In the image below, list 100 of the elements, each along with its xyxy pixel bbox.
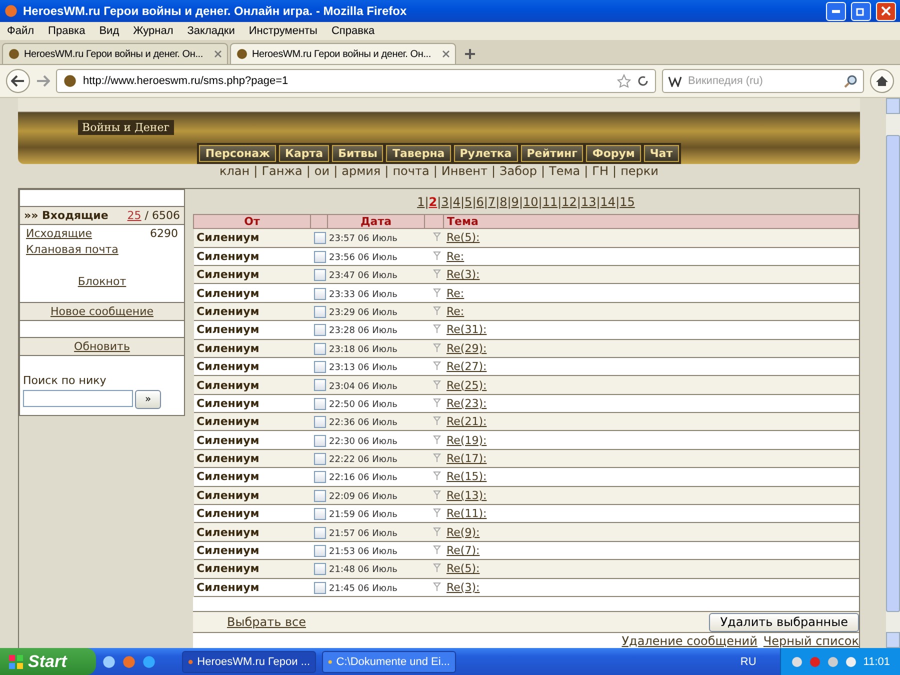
checkbox[interactable] [314,416,326,428]
game-nav-button[interactable]: Форум [586,145,641,162]
page-link[interactable]: 10 [522,194,538,209]
subject-link[interactable]: Re(11): [446,507,487,520]
sub-link[interactable]: клан [220,164,250,178]
sub-link[interactable]: перки [620,164,658,178]
browser-tab[interactable]: HeroesWM.ru Герои войны и денег. Он... [230,43,456,64]
subject-link[interactable]: Re(5): [446,231,480,244]
game-nav-button[interactable]: Персонаж [199,145,276,162]
menu-item[interactable]: Файл [7,25,34,37]
menu-item[interactable]: Вид [99,25,120,37]
quick-launch-icon[interactable] [102,654,116,668]
subject-link[interactable]: Re(9): [446,526,480,539]
game-nav-button[interactable]: Рулетка [454,145,518,162]
game-nav-button[interactable]: Битвы [332,145,384,162]
footer-link[interactable]: Черный список [763,634,859,648]
forward-icon[interactable] [36,75,50,87]
select-all-link[interactable]: Выбрать все [227,615,306,629]
reload-icon[interactable] [637,75,649,87]
subject-link[interactable]: Re(15): [446,470,487,484]
game-nav-button[interactable]: Таверна [386,145,451,162]
sub-link[interactable]: ГН [592,164,609,178]
checkbox[interactable] [314,526,326,539]
page-link[interactable]: 13 [580,194,596,209]
subject-link[interactable]: Re(3): [446,580,480,594]
menu-item[interactable]: Справка [331,25,375,37]
taskbar-task[interactable]: HeroesWM.ru Герои ... [182,650,316,672]
checkbox[interactable] [314,232,326,244]
checkbox[interactable] [314,545,326,557]
subject-link[interactable]: Re(27): [446,360,487,374]
checkbox[interactable] [314,250,326,263]
sub-link[interactable]: армия [342,164,381,178]
subject-link[interactable]: Re(31): [446,323,487,336]
subject-link[interactable]: Re(21): [446,415,487,428]
start-button[interactable]: Start [0,648,96,675]
close-icon[interactable] [442,50,450,58]
page-link[interactable]: 1 [417,194,425,209]
menu-item[interactable]: Журнал [133,25,174,37]
subject-link[interactable]: Re: [446,250,464,263]
checkbox[interactable] [314,324,326,336]
subject-link[interactable]: Re(19): [446,434,487,447]
menu-item[interactable]: Закладки [187,25,235,37]
menu-item[interactable]: Правка [48,25,86,37]
checkbox[interactable] [314,288,326,300]
checkbox[interactable] [314,582,326,594]
menu-item[interactable]: Инструменты [248,25,318,37]
unread-count[interactable]: 25 [127,209,142,222]
tray-icon[interactable] [791,656,804,668]
game-nav-button[interactable]: Рейтинг [520,145,584,162]
subject-link[interactable]: Re(17): [446,452,487,466]
page-link[interactable]: 15 [620,194,635,209]
page-link[interactable]: 3 [441,194,449,209]
scrollbar[interactable] [886,98,900,648]
new-tab-icon[interactable] [464,48,476,60]
page-link[interactable]: 12 [562,194,577,209]
address-field[interactable]: http://www.heroeswm.ru/sms.php?page=1 [56,69,656,93]
page-link[interactable]: 2 [428,194,438,209]
checkbox[interactable] [314,342,326,355]
subject-link[interactable]: Re(13): [446,488,487,502]
minimize-button[interactable] [826,2,846,20]
subject-link[interactable]: Re(29): [446,342,487,355]
game-nav-button[interactable]: Карта [278,145,330,162]
close-button[interactable] [876,2,896,20]
back-button[interactable] [6,69,30,93]
nick-search-field[interactable] [23,390,133,408]
subject-link[interactable]: Re(5): [446,562,480,576]
subject-link[interactable]: Re: [446,286,464,300]
page-link[interactable]: 11 [542,194,558,209]
checkbox[interactable] [314,471,326,484]
page-link[interactable]: 4 [452,194,460,209]
subject-link[interactable]: Re(23): [446,396,487,410]
star-icon[interactable] [617,74,631,88]
tray-icon[interactable] [809,656,822,668]
delete-selected-button[interactable]: Удалить выбранные [709,612,859,632]
sub-link[interactable]: Тема [549,164,580,178]
clan-mail-link[interactable]: Клановая почта [26,243,118,256]
checkbox[interactable] [314,398,326,410]
search-icon[interactable] [844,74,858,88]
checkbox[interactable] [314,508,326,520]
restore-button[interactable] [851,2,871,20]
checkbox[interactable] [314,269,326,282]
page-link[interactable]: 8 [500,194,508,209]
browser-tab[interactable]: HeroesWM.ru Герои войны и денег. Он... [2,43,228,64]
outgoing-link[interactable]: Исходящие [26,227,92,240]
notepad-link[interactable]: Блокнот [78,275,126,288]
game-nav-button[interactable]: Чат [644,145,679,162]
checkbox[interactable] [314,434,326,447]
taskbar-task[interactable]: C:\Dokumente und Ei... [322,650,456,672]
page-link[interactable]: 5 [464,194,472,209]
checkbox[interactable] [314,453,326,466]
subject-link[interactable]: Re(25): [446,378,487,392]
sub-link[interactable]: Забор [500,164,537,178]
page-link[interactable]: 7 [488,194,496,209]
sub-link[interactable]: ои [314,164,330,178]
tray-icon[interactable] [827,656,840,668]
checkbox[interactable] [314,306,326,318]
home-button[interactable] [870,69,894,93]
search-field[interactable]: Википедия (ru) [662,69,864,93]
tray-icon[interactable] [845,656,858,668]
page-link[interactable]: 9 [511,194,519,209]
